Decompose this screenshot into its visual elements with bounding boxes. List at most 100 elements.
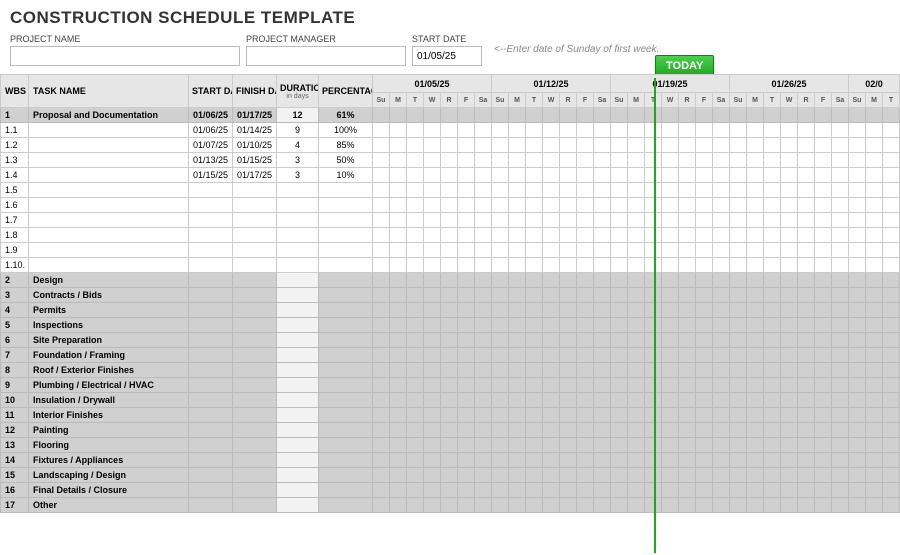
gantt-cell[interactable] (849, 408, 866, 423)
gantt-cell[interactable] (560, 453, 577, 468)
gantt-cell[interactable] (662, 393, 679, 408)
gantt-cell[interactable] (441, 468, 458, 483)
cell[interactable]: Plumbing / Electrical / HVAC (29, 378, 189, 393)
gantt-cell[interactable] (424, 213, 441, 228)
gantt-cell[interactable] (475, 468, 492, 483)
gantt-cell[interactable] (662, 483, 679, 498)
gantt-cell[interactable] (577, 483, 594, 498)
gantt-cell[interactable] (492, 363, 509, 378)
cell[interactable]: 1 (1, 108, 29, 123)
gantt-cell[interactable] (866, 333, 883, 348)
task-row[interactable]: 1.5 (1, 183, 900, 198)
cell[interactable] (233, 483, 277, 498)
gantt-cell[interactable] (781, 333, 798, 348)
gantt-cell[interactable] (543, 213, 560, 228)
gantt-cell[interactable] (696, 363, 713, 378)
gantt-cell[interactable] (696, 288, 713, 303)
cell[interactable]: 12 (1, 423, 29, 438)
gantt-cell[interactable] (662, 243, 679, 258)
gantt-cell[interactable] (560, 123, 577, 138)
gantt-cell[interactable] (713, 393, 730, 408)
gantt-cell[interactable] (492, 168, 509, 183)
gantt-cell[interactable] (730, 408, 747, 423)
gantt-cell[interactable] (458, 483, 475, 498)
gantt-cell[interactable] (747, 273, 764, 288)
gantt-cell[interactable] (713, 408, 730, 423)
gantt-cell[interactable] (560, 423, 577, 438)
gantt-cell[interactable] (407, 213, 424, 228)
gantt-cell[interactable] (815, 183, 832, 198)
gantt-cell[interactable] (645, 108, 662, 123)
gantt-cell[interactable] (594, 228, 611, 243)
gantt-cell[interactable] (577, 168, 594, 183)
gantt-cell[interactable] (390, 333, 407, 348)
gantt-cell[interactable] (492, 378, 509, 393)
gantt-cell[interactable] (475, 183, 492, 198)
gantt-cell[interactable] (628, 273, 645, 288)
gantt-cell[interactable] (407, 168, 424, 183)
gantt-cell[interactable] (628, 498, 645, 513)
gantt-cell[interactable] (526, 153, 543, 168)
gantt-cell[interactable] (764, 213, 781, 228)
cell[interactable] (189, 498, 233, 513)
gantt-cell[interactable] (458, 348, 475, 363)
cell[interactable] (233, 423, 277, 438)
gantt-cell[interactable] (815, 423, 832, 438)
cell[interactable]: 3 (1, 288, 29, 303)
gantt-cell[interactable] (373, 168, 390, 183)
gantt-cell[interactable] (679, 243, 696, 258)
gantt-cell[interactable] (577, 153, 594, 168)
gantt-cell[interactable] (373, 228, 390, 243)
gantt-cell[interactable] (475, 258, 492, 273)
gantt-cell[interactable] (526, 258, 543, 273)
gantt-cell[interactable] (883, 138, 900, 153)
phase-row[interactable]: 16Final Details / Closure (1, 483, 900, 498)
gantt-cell[interactable] (883, 228, 900, 243)
gantt-cell[interactable] (781, 123, 798, 138)
gantt-cell[interactable] (645, 168, 662, 183)
cell[interactable] (277, 468, 319, 483)
gantt-cell[interactable] (764, 183, 781, 198)
gantt-cell[interactable] (611, 213, 628, 228)
gantt-cell[interactable] (679, 333, 696, 348)
task-row[interactable]: 1.101/06/2501/14/259100% (1, 123, 900, 138)
gantt-cell[interactable] (815, 213, 832, 228)
gantt-cell[interactable] (645, 213, 662, 228)
gantt-cell[interactable] (696, 453, 713, 468)
gantt-cell[interactable] (390, 438, 407, 453)
gantt-cell[interactable] (662, 108, 679, 123)
gantt-cell[interactable] (492, 423, 509, 438)
gantt-cell[interactable] (747, 198, 764, 213)
gantt-cell[interactable] (594, 318, 611, 333)
gantt-cell[interactable] (441, 258, 458, 273)
gantt-cell[interactable] (492, 483, 509, 498)
gantt-cell[interactable] (560, 168, 577, 183)
gantt-cell[interactable] (679, 318, 696, 333)
cell[interactable] (319, 393, 373, 408)
gantt-cell[interactable] (747, 153, 764, 168)
gantt-cell[interactable] (407, 183, 424, 198)
gantt-cell[interactable] (390, 213, 407, 228)
gantt-cell[interactable] (424, 378, 441, 393)
cell[interactable] (29, 153, 189, 168)
gantt-cell[interactable] (458, 438, 475, 453)
cell[interactable] (233, 438, 277, 453)
gantt-cell[interactable] (730, 168, 747, 183)
gantt-cell[interactable] (475, 228, 492, 243)
gantt-cell[interactable] (577, 453, 594, 468)
gantt-cell[interactable] (611, 363, 628, 378)
gantt-cell[interactable] (679, 258, 696, 273)
cell[interactable]: 11 (1, 408, 29, 423)
gantt-cell[interactable] (390, 363, 407, 378)
gantt-cell[interactable] (492, 123, 509, 138)
gantt-cell[interactable] (407, 198, 424, 213)
gantt-cell[interactable] (543, 483, 560, 498)
gantt-cell[interactable] (441, 453, 458, 468)
cell[interactable] (277, 423, 319, 438)
cell[interactable] (233, 183, 277, 198)
gantt-cell[interactable] (883, 363, 900, 378)
gantt-cell[interactable] (424, 333, 441, 348)
gantt-cell[interactable] (747, 453, 764, 468)
gantt-cell[interactable] (662, 378, 679, 393)
gantt-cell[interactable] (492, 198, 509, 213)
